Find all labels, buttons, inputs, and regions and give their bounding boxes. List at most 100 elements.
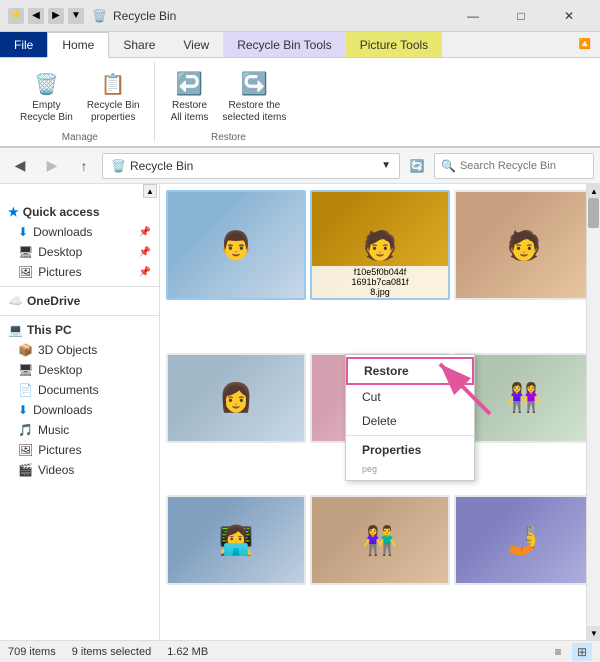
- sidebar-item-desktop[interactable]: 🖥 Desktop: [0, 360, 159, 380]
- file-thumbnail-9: 🤳: [456, 497, 592, 583]
- sidebar-onedrive-header[interactable]: ☁️ OneDrive: [0, 291, 159, 311]
- context-menu-restore[interactable]: Restore: [346, 357, 474, 385]
- forward-icon-title: ▶: [48, 8, 64, 24]
- context-menu-divider: [346, 435, 474, 436]
- downloads-pin-icon: 📌: [139, 227, 151, 238]
- restore-all-label: RestoreAll items: [171, 100, 209, 124]
- file-thumbnail-8: 👫: [312, 497, 448, 583]
- sidebar-item-music[interactable]: 🎵 Music: [0, 420, 159, 440]
- documents-icon: 📄: [18, 383, 33, 397]
- file-thumbnail-1: 👨: [168, 192, 304, 298]
- quick-access-expand-icon: ★: [8, 205, 19, 219]
- address-bar: ◀ ▶ ↑ 🗑️ Recycle Bin ▼ 🔄 🔍: [0, 148, 600, 184]
- sidebar-thispc-header[interactable]: 💻 This PC: [0, 320, 159, 340]
- file-item-1[interactable]: 👨: [166, 190, 306, 300]
- ribbon-tab-bar: File Home Share View Recycle Bin Tools P…: [0, 32, 600, 58]
- up-button[interactable]: ↑: [70, 152, 98, 180]
- ribbon-group-restore-label: Restore: [211, 130, 246, 143]
- sidebar-item-3dobjects[interactable]: 📦 3D Objects: [0, 340, 159, 360]
- desktop-pin-icon: 📌: [139, 247, 151, 258]
- restore-selected-button[interactable]: ↪️ Restore theselected items: [216, 64, 292, 128]
- restore-selected-icon: ↪️: [238, 68, 270, 100]
- window-title: Recycle Bin: [113, 9, 176, 23]
- file-item-9[interactable]: 🤳: [454, 495, 594, 585]
- sidebar-quick-access-header[interactable]: ★ Quick access: [0, 202, 159, 222]
- context-menu-cut[interactable]: Cut: [346, 385, 474, 409]
- sidebar-item-videos[interactable]: 🎬 Videos: [0, 460, 159, 480]
- file-area: 👨 🧑 f10e5f0b044f1691b7ca081f8.jpg 🧑 👩 👫 …: [160, 184, 600, 640]
- scroll-track[interactable]: [587, 198, 600, 626]
- close-button[interactable]: ✕: [546, 0, 592, 32]
- tab-home[interactable]: Home: [47, 32, 109, 58]
- recycle-bin-properties-label: Recycle Binproperties: [87, 100, 140, 124]
- selected-size: 1.62 MB: [167, 646, 208, 658]
- context-menu-delete[interactable]: Delete: [346, 409, 474, 433]
- status-bar: 709 items 9 items selected 1.62 MB ≡ ⊞: [0, 640, 600, 662]
- file-label-2: f10e5f0b044f1691b7ca081f8.jpg: [312, 266, 448, 298]
- refresh-button[interactable]: 🔄: [404, 153, 430, 179]
- main-content: ▲ ★ Quick access ⬇ Downloads 📌 🖥 Desktop…: [0, 184, 600, 640]
- tab-picture-tools[interactable]: Picture Tools: [346, 32, 442, 57]
- desktop-label: Desktop: [38, 363, 82, 377]
- scroll-down-button[interactable]: ▼: [587, 626, 600, 640]
- file-item-4[interactable]: 👩: [166, 353, 306, 443]
- breadcrumb-icon: 🗑️: [111, 159, 126, 173]
- forward-button[interactable]: ▶: [38, 152, 66, 180]
- recycle-bin-properties-button[interactable]: 📋 Recycle Binproperties: [81, 64, 146, 128]
- ribbon-collapse-button[interactable]: 🔼: [570, 32, 600, 57]
- sidebar-pictures-quick-label: Pictures: [38, 265, 81, 279]
- search-input[interactable]: [460, 160, 587, 172]
- ribbon: 🗑️ EmptyRecycle Bin 📋 Recycle Binpropert…: [0, 58, 600, 148]
- quick-access-label: Quick access: [23, 205, 100, 219]
- scroll-up-button[interactable]: ▲: [587, 184, 600, 198]
- breadcrumb-text: Recycle Bin: [130, 159, 193, 173]
- back-icon-title: ◀: [28, 8, 44, 24]
- music-icon: 🎵: [18, 423, 33, 437]
- title-bar-icons: ⚡ ◀ ▶ ▼: [8, 8, 84, 24]
- back-button[interactable]: ◀: [6, 152, 34, 180]
- tab-recycle-bin-tools[interactable]: Recycle Bin Tools: [223, 32, 346, 57]
- downloads-label: Downloads: [33, 403, 92, 417]
- downloads-icon: ⬇: [18, 403, 28, 417]
- file-item-3[interactable]: 🧑: [454, 190, 594, 300]
- sidebar-item-desktop-quick[interactable]: 🖥 Desktop 📌: [0, 242, 159, 262]
- tab-file[interactable]: File: [0, 32, 47, 57]
- item-count: 709 items: [8, 646, 56, 658]
- thispc-label: This PC: [27, 323, 72, 337]
- empty-recycle-bin-button[interactable]: 🗑️ EmptyRecycle Bin: [14, 64, 79, 128]
- details-view-button[interactable]: ≡: [548, 643, 568, 661]
- minimize-button[interactable]: —: [450, 0, 496, 32]
- context-menu-properties[interactable]: Properties: [346, 438, 474, 462]
- sidebar-scroll-up[interactable]: ▲: [143, 184, 157, 198]
- sidebar-item-documents[interactable]: 📄 Documents: [0, 380, 159, 400]
- quick-access-icon: ⚡: [8, 8, 24, 24]
- sidebar-desktop-quick-label: Desktop: [38, 245, 82, 259]
- large-icons-view-button[interactable]: ⊞: [572, 643, 592, 661]
- sidebar-item-pictures[interactable]: 🖼 Pictures: [0, 440, 159, 460]
- maximize-button[interactable]: □: [498, 0, 544, 32]
- sidebar-item-pictures-quick[interactable]: 🖼 Pictures 📌: [0, 262, 159, 282]
- restore-all-items-button[interactable]: ↩️ RestoreAll items: [165, 64, 215, 128]
- context-menu: Restore Cut Delete Properties peg: [345, 354, 475, 481]
- tab-view[interactable]: View: [169, 32, 223, 57]
- file-item-2[interactable]: 🧑 f10e5f0b044f1691b7ca081f8.jpg: [310, 190, 450, 300]
- downloads-icon-quick: ⬇: [18, 225, 28, 239]
- ribbon-group-manage-label: Manage: [62, 130, 98, 143]
- sidebar-item-downloads[interactable]: ⬇ Downloads: [0, 400, 159, 420]
- file-item-8[interactable]: 👫: [310, 495, 450, 585]
- videos-label: Videos: [38, 463, 74, 477]
- sidebar-item-downloads-quick[interactable]: ⬇ Downloads 📌: [0, 222, 159, 242]
- title-text: 🗑️ Recycle Bin: [92, 9, 450, 23]
- search-box[interactable]: 🔍: [434, 153, 594, 179]
- onedrive-label: OneDrive: [27, 294, 80, 308]
- sidebar-divider-1: [0, 286, 159, 287]
- recycle-bin-properties-icon: 📋: [97, 68, 129, 100]
- file-item-6[interactable]: 👭: [454, 353, 594, 443]
- scroll-thumb[interactable]: [588, 198, 599, 228]
- ribbon-group-manage: 🗑️ EmptyRecycle Bin 📋 Recycle Binpropert…: [6, 62, 155, 142]
- address-path[interactable]: 🗑️ Recycle Bin ▼: [102, 153, 400, 179]
- sidebar-divider-2: [0, 315, 159, 316]
- pictures-pin-icon: 📌: [139, 267, 151, 278]
- tab-share[interactable]: Share: [109, 32, 169, 57]
- file-item-7[interactable]: 👩‍💻: [166, 495, 306, 585]
